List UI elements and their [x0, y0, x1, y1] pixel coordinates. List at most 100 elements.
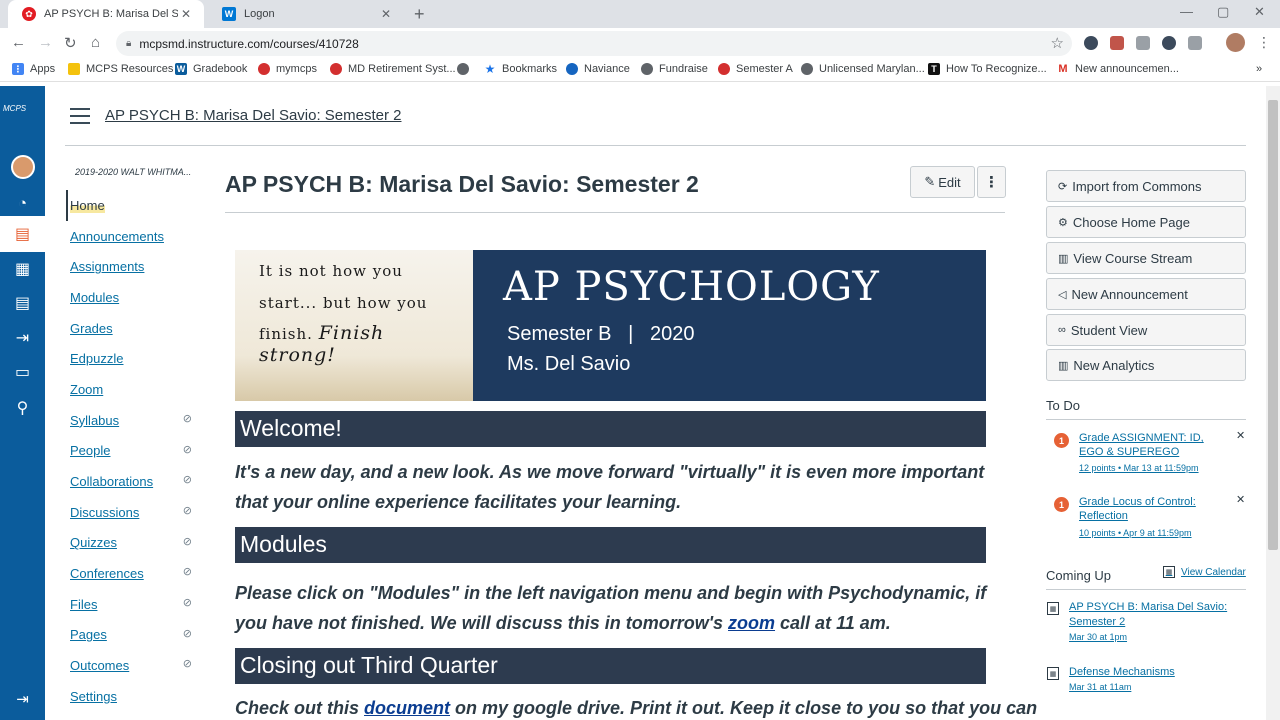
bookmark-mcps-resources[interactable]: MCPS Resources — [68, 63, 173, 75]
course-nav-files[interactable]: Files ⊘ — [66, 589, 196, 620]
new-analytics-button[interactable]: ▥ New Analytics — [1046, 349, 1246, 381]
mcps-logo[interactable]: MCPS — [3, 104, 26, 113]
more-options-button[interactable]: ⋮ — [977, 166, 1006, 198]
bookmark-apps[interactable]: ⋮ Apps — [12, 63, 55, 75]
todo-item[interactable]: 1 Grade Locus of Control: Reflection 10 … — [1054, 493, 1246, 545]
forward-icon[interactable]: → — [38, 34, 53, 51]
todo-meta: 10 points • Apr 9 at 11:59pm — [1079, 528, 1192, 538]
bookmark-new-announcement[interactable]: M New announcemen... — [1057, 63, 1179, 75]
course-nav-assignments[interactable]: Assignments — [66, 251, 196, 282]
course-menu-toggle-icon[interactable] — [70, 108, 90, 124]
view-course-stream-button[interactable]: ▥ View Course Stream — [1046, 242, 1246, 274]
banner-subtitle: Semester B | 2020 — [507, 323, 695, 345]
home-icon[interactable]: ⌂ — [91, 34, 100, 51]
bookmarks-bar: ⋮ Apps MCPS Resources W Gradebook mymcps M… — [0, 59, 1280, 82]
view-calendar-link[interactable]: ▦ View Calendar — [1163, 566, 1246, 578]
document-link[interactable]: document — [364, 698, 450, 718]
extension-pdf-icon[interactable] — [1110, 36, 1124, 50]
bookmark-star-icon[interactable]: ☆ — [1051, 34, 1064, 52]
close-tab-icon[interactable]: ✕ — [178, 7, 194, 21]
browser-tab-logon[interactable]: W Logon ✕ — [208, 0, 404, 28]
new-announcement-button[interactable]: ◁ New Announcement — [1046, 278, 1246, 310]
address-bar[interactable]: 🔒︎ mcpsmd.instructure.com/courses/410728… — [116, 31, 1072, 56]
bookmark-naviance[interactable]: Naviance — [566, 63, 630, 75]
dashboard-nav-item[interactable]: ◔ — [10, 191, 35, 216]
edit-button[interactable]: ✎ Edit — [910, 166, 975, 198]
reload-icon[interactable]: ↻ — [64, 34, 77, 52]
new-tab-icon[interactable]: + — [414, 4, 425, 25]
browser-toolbar: ← → ↻ ⌂ 🔒︎ mcpsmd.instructure.com/course… — [0, 28, 1280, 59]
minimize-icon[interactable]: — — [1180, 4, 1193, 19]
close-window-icon[interactable]: ✕ — [1254, 4, 1265, 20]
course-nav-people[interactable]: People ⊘ — [66, 436, 196, 467]
todo-title[interactable]: Grade ASSIGNMENT: ID, EGO & SUPEREGO — [1079, 431, 1229, 459]
coming-up-meta: Mar 30 at 1pm — [1069, 632, 1128, 642]
calendar-nav-item[interactable]: ▦ — [10, 256, 35, 281]
extension-ublock-icon[interactable] — [1162, 36, 1176, 50]
page-scrollbar[interactable] — [1266, 86, 1280, 720]
course-nav-zoom[interactable]: Zoom — [66, 374, 196, 405]
course-nav-collaborations[interactable]: Collaborations ⊘ — [66, 466, 196, 497]
profile-avatar[interactable] — [1226, 33, 1245, 52]
todo-count-badge: 1 — [1054, 497, 1069, 512]
browser-tab-course[interactable]: ✿ AP PSYCH B: Marisa Del Savio: Se ✕ — [8, 0, 204, 28]
todo-item[interactable]: 1 Grade ASSIGNMENT: ID, EGO & SUPEREGO 1… — [1054, 429, 1246, 481]
hidden-eye-icon: ⊘ — [182, 443, 192, 456]
bookmark-how-to-recognize[interactable]: T How To Recognize... — [928, 63, 1047, 75]
dismiss-icon[interactable]: ✕ — [1236, 493, 1245, 506]
folder-icon: ▭ — [14, 363, 31, 381]
import-from-commons-button[interactable]: ⟳ Import from Commons — [1046, 170, 1246, 202]
courses-nav-item[interactable]: ▤ — [0, 216, 45, 252]
bookmark-md-retirement[interactable]: MD Retirement Syst... — [330, 63, 456, 75]
course-nav-grades[interactable]: Grades — [66, 313, 196, 344]
commons-nav-item[interactable]: ⇥ — [10, 325, 35, 350]
browser-menu-icon[interactable]: ⋮ — [1257, 34, 1271, 51]
course-nav-announcements[interactable]: Announcements — [66, 221, 196, 252]
help-nav-item[interactable]: ⚲ — [10, 395, 35, 420]
coming-up-item[interactable]: ▦ AP PSYCH B: Marisa Del Savio: Semester… — [1046, 600, 1246, 650]
extension-shield-icon[interactable] — [1084, 36, 1098, 50]
course-nav-discussions[interactable]: Discussions ⊘ — [66, 497, 196, 528]
bookmark-unlicensed-maryland[interactable]: Unlicensed Marylan... — [801, 63, 925, 75]
collapse-nav-item[interactable]: ⇥ — [10, 686, 35, 711]
bookmark-globe[interactable] — [457, 63, 475, 75]
coming-up-title[interactable]: AP PSYCH B: Marisa Del Savio: Semester 2 — [1069, 600, 1244, 630]
close-tab-icon[interactable]: ✕ — [378, 7, 394, 21]
back-icon[interactable]: ← — [11, 34, 26, 51]
course-nav-edpuzzle[interactable]: Edpuzzle — [66, 343, 196, 374]
more-bookmarks-icon[interactable]: » — [1256, 63, 1262, 75]
coming-up-title[interactable]: Defense Mechanisms — [1069, 665, 1244, 680]
account-nav-item[interactable] — [10, 154, 35, 179]
inbox-nav-item[interactable]: ▤ — [10, 290, 35, 315]
dismiss-icon[interactable]: ✕ — [1236, 429, 1245, 442]
course-nav-pages[interactable]: Pages ⊘ — [66, 620, 196, 651]
zoom-link[interactable]: zoom — [728, 613, 775, 633]
section-heading-welcome: Welcome! — [235, 411, 986, 447]
todo-title[interactable]: Grade Locus of Control: Reflection — [1079, 495, 1229, 523]
scrollbar-thumb[interactable] — [1268, 100, 1278, 550]
choose-home-page-button[interactable]: ⚙ Choose Home Page — [1046, 206, 1246, 238]
retirement-icon — [330, 63, 342, 75]
bookmark-mymcps[interactable]: mymcps — [258, 63, 317, 75]
course-nav-syllabus[interactable]: Syllabus ⊘ — [66, 405, 196, 436]
coming-up-item[interactable]: ▦ Defense Mechanisms Mar 31 at 11am — [1046, 665, 1246, 695]
bookmark-semester-a[interactable]: Semester A — [718, 63, 793, 75]
bookmark-gradebook[interactable]: W Gradebook — [175, 63, 247, 75]
bookmark-fundraise[interactable]: Fundraise — [641, 63, 708, 75]
maximize-icon[interactable]: ▢ — [1217, 4, 1229, 20]
course-nav-settings[interactable]: Settings — [66, 681, 196, 712]
course-nav-home[interactable]: Home — [66, 190, 196, 221]
course-nav-quizzes[interactable]: Quizzes ⊘ — [66, 528, 196, 559]
coming-up-divider — [1046, 589, 1246, 590]
hidden-eye-icon: ⊘ — [182, 596, 192, 609]
files-nav-item[interactable]: ▭ — [10, 359, 35, 384]
student-view-button[interactable]: ∞ Student View — [1046, 314, 1246, 346]
extension-mic-icon[interactable] — [1188, 36, 1202, 50]
course-nav-conferences[interactable]: Conferences ⊘ — [66, 558, 196, 589]
extension-tool-icon[interactable] — [1136, 36, 1150, 50]
breadcrumb[interactable]: AP PSYCH B: Marisa Del Savio: Semester 2 — [105, 107, 402, 124]
course-nav-outcomes[interactable]: Outcomes ⊘ — [66, 650, 196, 681]
megaphone-icon: ◁ — [1058, 288, 1067, 301]
course-nav-modules[interactable]: Modules — [66, 282, 196, 313]
bookmark-bookmarks[interactable]: ★ Bookmarks — [484, 62, 557, 76]
